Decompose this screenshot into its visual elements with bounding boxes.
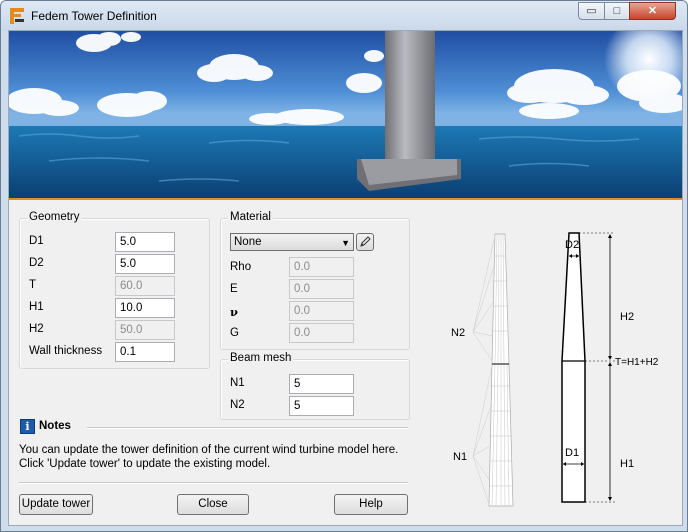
banner-accent-line bbox=[9, 198, 682, 200]
rho-label: Rho bbox=[230, 261, 252, 273]
g-input: 0.0 bbox=[289, 323, 354, 343]
h2-label: H2 bbox=[29, 323, 44, 335]
nu-label: ν bbox=[230, 305, 238, 319]
window-title: Fedem Tower Definition bbox=[31, 9, 157, 23]
material-select-value: None bbox=[234, 236, 262, 248]
d2-label: D2 bbox=[29, 257, 44, 269]
e-input: 0.0 bbox=[289, 279, 354, 299]
minimize-button[interactable]: ▭ bbox=[578, 2, 605, 20]
help-button[interactable]: Help bbox=[334, 494, 408, 515]
geometry-group: Geometry D1 5.0 D2 5.0 T 60.0 H1 10.0 H2… bbox=[19, 211, 210, 369]
pencil-icon bbox=[360, 236, 371, 247]
e-label: E bbox=[230, 283, 238, 295]
maximize-button[interactable]: □ bbox=[604, 2, 630, 20]
fedem-app-icon bbox=[10, 8, 24, 24]
notes-line-2: Click 'Update tower' to update the exist… bbox=[19, 458, 271, 470]
buttons-separator bbox=[19, 482, 408, 484]
material-group: Material None ▼ Rho 0.0 E 0.0 ν 0.0 G 0.… bbox=[220, 211, 410, 350]
tower-mesh-diagram: N2 N1 D2 D1 H2 H1 T=H1+H2 bbox=[451, 232, 659, 507]
close-window-button[interactable]: ✕ bbox=[629, 2, 676, 20]
t-label: T bbox=[29, 279, 37, 291]
info-icon: i bbox=[20, 419, 35, 434]
d2-diagram-label: D2 bbox=[565, 239, 579, 251]
d1-input[interactable]: 5.0 bbox=[115, 232, 175, 252]
h2-diagram-label: H2 bbox=[620, 311, 634, 323]
n2-input[interactable]: 5 bbox=[289, 396, 354, 416]
beam-mesh-group-title: Beam mesh bbox=[228, 352, 294, 364]
title-bar: Fedem Tower Definition ▭ □ ✕ bbox=[1, 1, 687, 31]
close-icon: ✕ bbox=[647, 5, 658, 17]
wall-thickness-label: Wall thickness bbox=[29, 345, 103, 357]
material-select[interactable]: None ▼ bbox=[230, 233, 354, 251]
h1-input[interactable]: 10.0 bbox=[115, 298, 175, 318]
maximize-icon: □ bbox=[613, 5, 621, 17]
material-group-title: Material bbox=[228, 211, 273, 223]
h2-input: 50.0 bbox=[115, 320, 175, 340]
chevron-down-icon: ▼ bbox=[341, 238, 350, 248]
dialog-client-area: Geometry D1 5.0 D2 5.0 T 60.0 H1 10.0 H2… bbox=[8, 30, 683, 526]
minimize-icon: ▭ bbox=[586, 5, 597, 17]
rho-input: 0.0 bbox=[289, 257, 354, 277]
n2-diagram-label: N2 bbox=[451, 327, 465, 339]
tower-definition-window: Fedem Tower Definition ▭ □ ✕ Geometry D1… bbox=[0, 0, 688, 532]
t-diagram-label: T=H1+H2 bbox=[615, 357, 659, 368]
notes-line-1: You can update the tower definition of t… bbox=[19, 444, 399, 456]
d1-label: D1 bbox=[29, 235, 44, 247]
d2-input[interactable]: 5.0 bbox=[115, 254, 175, 274]
notes-separator bbox=[87, 427, 408, 429]
nu-input: 0.0 bbox=[289, 301, 354, 321]
n1-input[interactable]: 5 bbox=[289, 374, 354, 394]
g-label: G bbox=[230, 327, 239, 339]
h1-label: H1 bbox=[29, 301, 44, 313]
ocean-tower-banner bbox=[9, 31, 682, 198]
beam-mesh-group: Beam mesh N1 5 N2 5 bbox=[220, 352, 410, 420]
close-button[interactable]: Close bbox=[177, 494, 249, 515]
n2-label: N2 bbox=[230, 399, 245, 411]
edit-material-button[interactable] bbox=[356, 233, 374, 251]
n1-label: N1 bbox=[230, 377, 245, 389]
d1-diagram-label: D1 bbox=[565, 447, 579, 459]
h1-diagram-label: H1 bbox=[620, 458, 634, 470]
update-tower-button[interactable]: Update tower bbox=[19, 494, 93, 515]
wall-thickness-input[interactable]: 0.1 bbox=[115, 342, 175, 362]
geometry-group-title: Geometry bbox=[27, 211, 82, 223]
notes-title: Notes bbox=[39, 420, 71, 432]
t-input: 60.0 bbox=[115, 276, 175, 296]
n1-diagram-label: N1 bbox=[453, 451, 467, 463]
